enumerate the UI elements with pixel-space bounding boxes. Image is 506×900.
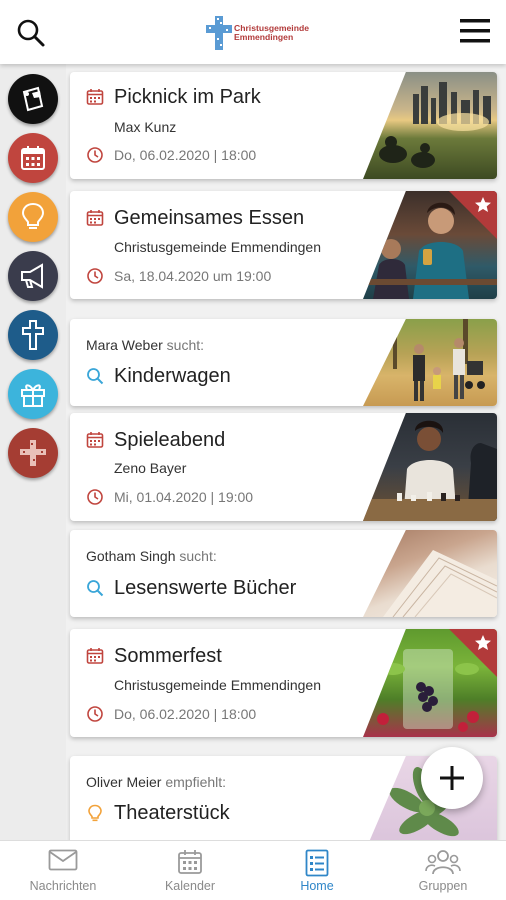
calendar-icon (178, 850, 202, 874)
category-faith[interactable] (8, 310, 58, 360)
category-calendar[interactable] (8, 133, 58, 183)
group-icon (425, 850, 461, 875)
search-icon (87, 368, 104, 385)
event-date: Do, 06.02.2020 | 18:00 (114, 706, 257, 722)
plus-icon (440, 766, 464, 790)
recommend-title: Theaterstück (114, 802, 230, 824)
list-icon (305, 849, 329, 877)
envelope-icon (48, 849, 78, 871)
calendar-icon (86, 210, 104, 226)
logo-cross-icon (204, 14, 234, 52)
event-card[interactable]: Sommerfest Christusgemeinde Emmendingen … (70, 629, 497, 737)
event-organizer: Christusgemeinde Emmendingen (114, 239, 321, 255)
poster-verb: empfiehlt: (165, 774, 227, 790)
add-button[interactable] (421, 747, 483, 809)
category-pinboard[interactable] (8, 74, 58, 124)
clock-icon (87, 706, 103, 722)
event-title: Gemeinsames Essen (114, 207, 305, 229)
poster-line: Mara Weber sucht: (86, 337, 204, 353)
event-title: Sommerfest (114, 645, 222, 667)
event-card[interactable]: Spieleabend Zeno Bayer Mi, 01.04.2020 | … (70, 413, 497, 521)
clock-icon (87, 147, 103, 163)
event-image (363, 413, 497, 521)
calendar-icon (86, 648, 104, 664)
nav-item-nachrichten[interactable]: Nachrichten (0, 841, 126, 900)
nav-item-home[interactable]: Home (254, 841, 380, 900)
event-organizer: Zeno Bayer (114, 460, 187, 476)
poster-verb: sucht: (179, 548, 217, 564)
nav-label: Nachrichten (29, 879, 97, 893)
category-ideas[interactable] (8, 192, 58, 242)
clock-icon (87, 268, 103, 284)
event-card[interactable]: Gemeinsames Essen Christusgemeinde Emmen… (70, 191, 497, 299)
nav-item-gruppen[interactable]: Gruppen (380, 841, 506, 900)
calendar-icon (86, 89, 104, 105)
hamburger-menu-icon[interactable] (460, 18, 490, 44)
cross-icon (22, 320, 44, 350)
event-title: Picknick im Park (114, 86, 261, 108)
search-title: Kinderwagen (114, 365, 231, 387)
megaphone-icon (21, 263, 43, 289)
featured-star-icon (449, 191, 497, 239)
poster-line: Gotham Singh sucht: (86, 548, 217, 564)
church-logo[interactable]: Christusgemeinde Emmendingen (204, 14, 309, 52)
clock-icon (87, 489, 103, 505)
search-icon[interactable] (16, 18, 46, 48)
top-bar: Christusgemeinde Emmendingen (0, 0, 506, 64)
event-date: Sa, 18.04.2020 um 19:00 (114, 268, 272, 284)
event-title: Spieleabend (114, 429, 226, 451)
nav-label: Kalender (164, 879, 216, 893)
poster-name: Mara Weber (86, 337, 163, 353)
lightbulb-icon (88, 804, 102, 822)
search-image (363, 530, 497, 617)
pin-board-icon (22, 86, 44, 112)
category-gifts[interactable] (8, 369, 58, 419)
event-date: Do, 06.02.2020 | 18:00 (114, 147, 257, 163)
bottom-navigation: Nachrichten Kalender Home Gruppen (0, 840, 506, 900)
lightbulb-icon (21, 202, 45, 229)
nav-label: Gruppen (418, 879, 468, 893)
category-church[interactable] (8, 428, 58, 478)
church-logo-icon (20, 440, 46, 466)
poster-verb: sucht: (166, 337, 205, 353)
gift-icon (21, 384, 45, 407)
nav-item-kalender[interactable]: Kalender (127, 841, 253, 900)
category-announcements[interactable] (8, 251, 58, 301)
search-card[interactable]: Gotham Singh sucht: Lesenswerte Bücher (70, 530, 497, 617)
search-card[interactable]: Mara Weber sucht: Kinderwagen (70, 319, 497, 406)
nav-label: Home (300, 879, 334, 893)
poster-name: Oliver Meier (86, 774, 162, 790)
category-sidebar (0, 64, 66, 840)
event-card[interactable]: Picknick im Park Max Kunz Do, 06.02.2020… (70, 72, 497, 179)
poster-line: Oliver Meier empfiehlt: (86, 774, 226, 790)
search-image (363, 319, 497, 406)
event-organizer: Christusgemeinde Emmendingen (114, 677, 321, 693)
search-title: Lesenswerte Bücher (114, 577, 297, 599)
logo-text: Christusgemeinde Emmendingen (234, 23, 309, 42)
calendar-icon (21, 146, 45, 170)
featured-star-icon (449, 629, 497, 677)
calendar-icon (86, 432, 104, 448)
event-image (363, 72, 497, 179)
event-organizer: Max Kunz (114, 119, 177, 135)
event-date: Mi, 01.04.2020 | 19:00 (114, 489, 254, 505)
poster-name: Gotham Singh (86, 548, 176, 564)
search-icon (87, 580, 104, 597)
